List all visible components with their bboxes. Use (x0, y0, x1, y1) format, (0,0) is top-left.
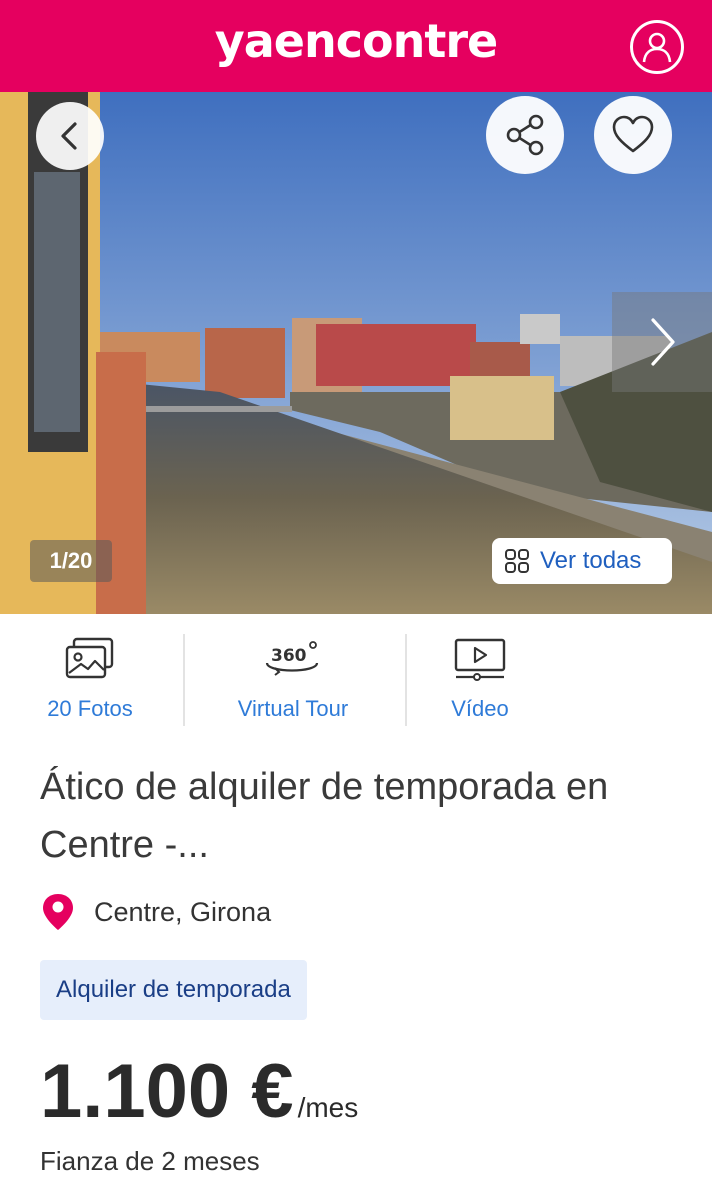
chevron-left-icon (61, 122, 77, 150)
favorite-button[interactable] (594, 96, 672, 174)
tab-video-label: Vídeo (451, 696, 509, 721)
tab-photos[interactable]: 20 Fotos (20, 634, 160, 726)
tab-photos-label: 20 Fotos (47, 696, 133, 721)
map-pin-icon (43, 894, 73, 930)
360-icon-text: 360 (271, 646, 307, 666)
listing-title: Ático de alquiler de temporada en Centre… (40, 766, 609, 866)
location-text: Centre, Girona (94, 896, 272, 927)
price-unit: /mes (297, 1092, 359, 1123)
heart-icon (612, 115, 654, 153)
grid-icon (505, 549, 529, 573)
tab-virtual-tour[interactable]: 360 Virtual Tour (210, 634, 376, 726)
360-icon: 360 (265, 641, 319, 676)
logo[interactable]: yaencontre (0, 14, 712, 68)
app-header: yaencontre (0, 0, 712, 92)
photos-icon (65, 637, 114, 679)
share-button[interactable] (486, 96, 564, 174)
see-all-button[interactable]: Ver todas (492, 538, 672, 584)
photo-counter: 1/20 (30, 540, 112, 582)
tab-video[interactable]: Vídeo (420, 634, 540, 726)
price-value: 1.100 € (40, 1049, 294, 1134)
listing-type-badge: Alquiler de temporada (40, 960, 307, 1020)
divider (183, 634, 185, 726)
video-icon (454, 638, 506, 681)
listing-location: Centre, Girona (40, 892, 271, 932)
back-button[interactable] (36, 102, 104, 170)
photo-gallery[interactable]: 1/20 Ver todas (0, 92, 712, 614)
divider (405, 634, 407, 726)
next-photo-button[interactable] (612, 292, 712, 392)
listing-price: 1.100 € /mes (40, 1050, 358, 1134)
see-all-label: Ver todas (540, 547, 642, 574)
user-icon[interactable] (630, 20, 684, 74)
share-icon (506, 114, 544, 156)
media-tabs: 20 Fotos 360 Virtual Tour Vídeo (0, 634, 712, 726)
deposit-info: Fianza de 2 meses (40, 1146, 260, 1176)
property-photo (0, 92, 712, 614)
tab-virtual-tour-label: Virtual Tour (237, 696, 349, 721)
chevron-right-icon (651, 318, 675, 366)
